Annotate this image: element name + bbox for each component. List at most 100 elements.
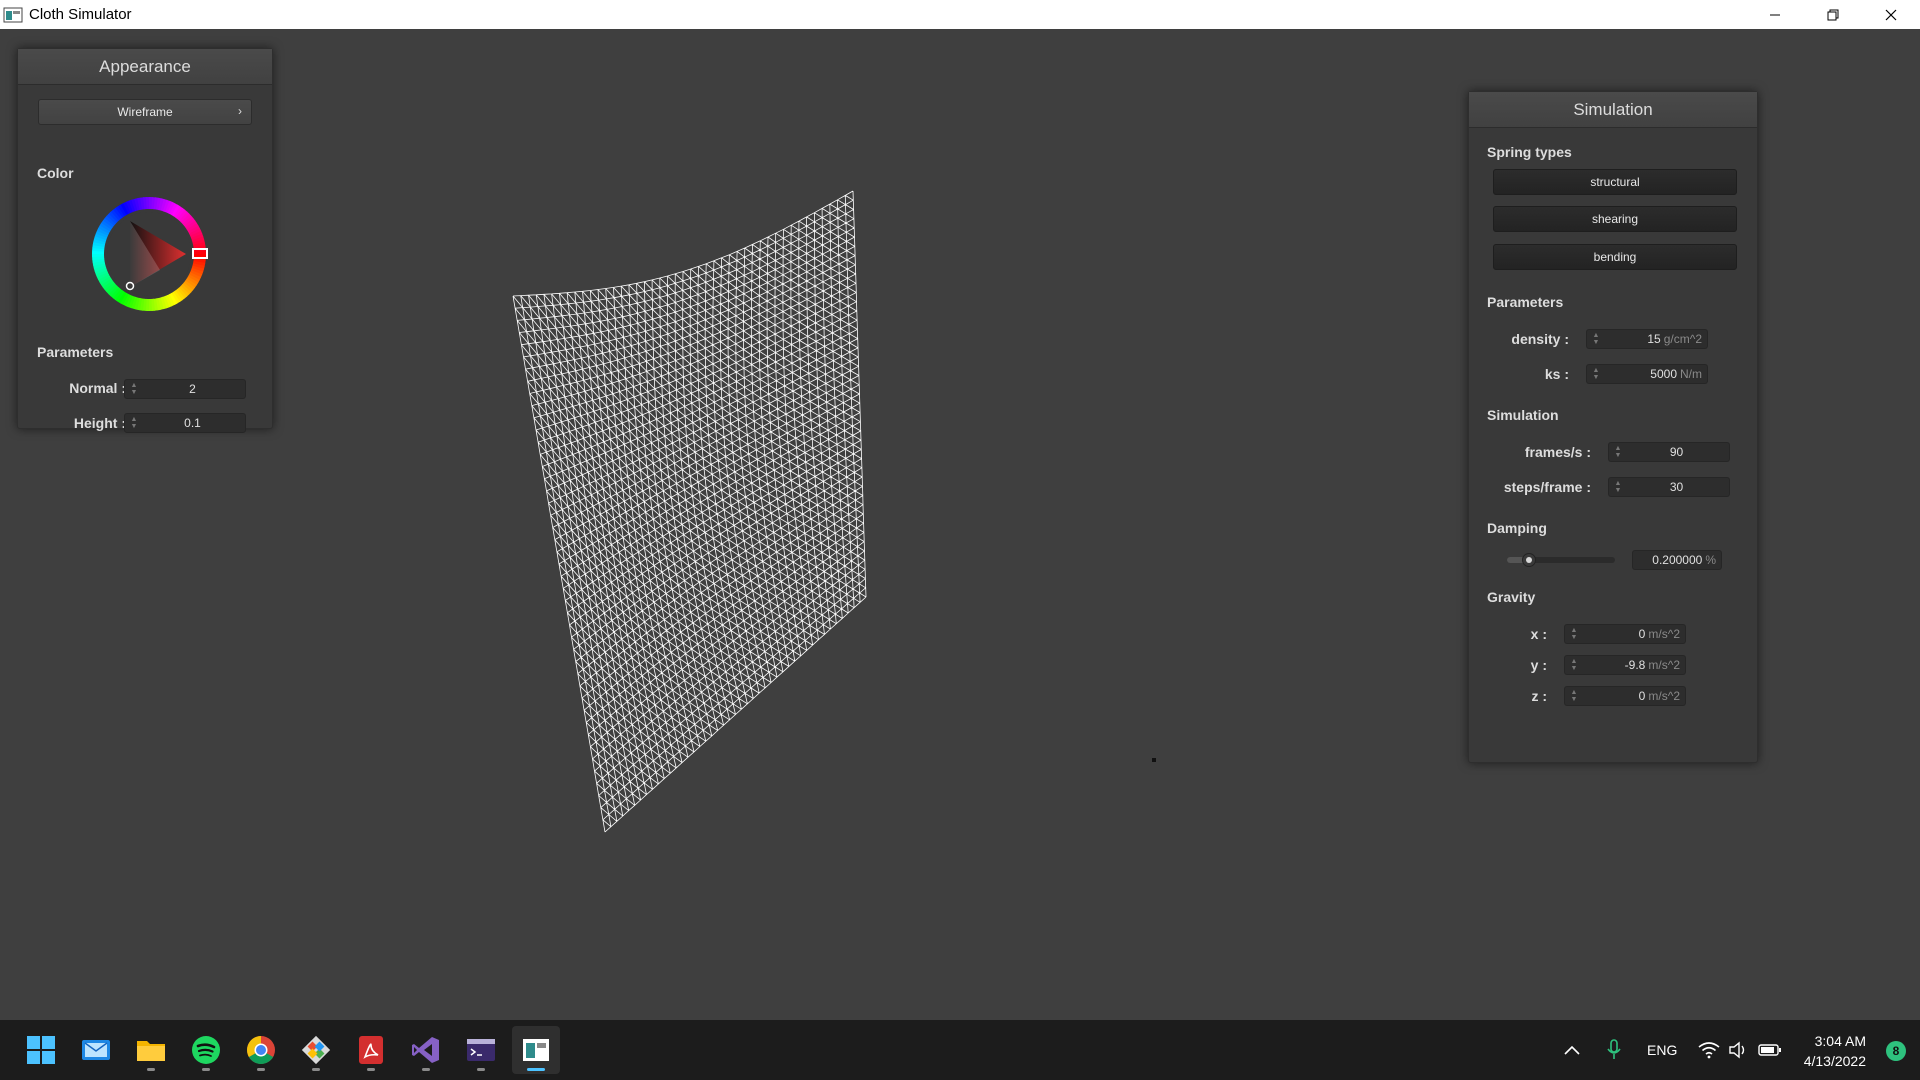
gravity-z-input[interactable]: ▲ ▼ 0 m/s^2 bbox=[1564, 686, 1686, 706]
battery-icon[interactable] bbox=[1758, 1043, 1782, 1057]
taskbar-terminal[interactable] bbox=[457, 1026, 505, 1074]
appearance-panel: Appearance Wireframe › Color Parameters … bbox=[17, 48, 273, 433]
spotify-icon bbox=[192, 1036, 220, 1064]
restore-button[interactable] bbox=[1804, 0, 1862, 29]
running-indicator bbox=[202, 1068, 210, 1071]
steps-label: steps/frame : bbox=[1503, 479, 1591, 495]
spinner-icon[interactable]: ▲ ▼ bbox=[1612, 478, 1624, 496]
spinner-icon[interactable]: ▲ ▼ bbox=[128, 380, 140, 398]
simulation-panel: Simulation Spring types structural shear… bbox=[1468, 91, 1758, 763]
structural-button-label: structural bbox=[1590, 175, 1640, 189]
bending-button[interactable]: bending bbox=[1493, 244, 1737, 270]
normal-label: Normal : bbox=[69, 380, 126, 396]
gravity-label: Gravity bbox=[1487, 589, 1536, 605]
gravity-y-input[interactable]: ▲ ▼ -9.8 m/s^2 bbox=[1564, 655, 1686, 675]
volume-icon[interactable] bbox=[1728, 1041, 1748, 1059]
ks-input[interactable]: ▲ ▼ 5000 N/m bbox=[1586, 364, 1708, 384]
simulation-section-label: Simulation bbox=[1487, 407, 1559, 423]
windows-start-icon bbox=[27, 1036, 55, 1064]
structural-button[interactable]: structural bbox=[1493, 169, 1737, 195]
gravity-x-value: 0 bbox=[1638, 627, 1646, 641]
spinner-icon[interactable]: ▲ ▼ bbox=[1590, 330, 1602, 348]
simulation-panel-header[interactable]: Simulation bbox=[1469, 92, 1757, 128]
running-indicator bbox=[257, 1068, 265, 1071]
density-input[interactable]: ▲ ▼ 15 g/cm^2 bbox=[1586, 329, 1708, 349]
simulation-panel-title: Simulation bbox=[1573, 99, 1653, 119]
color-wheel[interactable] bbox=[90, 195, 208, 313]
running-indicator bbox=[312, 1068, 320, 1071]
gravity-x-unit: m/s^2 bbox=[1648, 627, 1680, 641]
running-indicator bbox=[367, 1068, 375, 1071]
height-value: 0.1 bbox=[184, 416, 201, 430]
gravity-x-label: x : bbox=[1530, 626, 1547, 642]
taskbar-acrobat[interactable] bbox=[347, 1026, 395, 1074]
shearing-button[interactable]: shearing bbox=[1493, 206, 1737, 232]
spinner-icon[interactable]: ▲ ▼ bbox=[1568, 625, 1580, 643]
notification-badge[interactable]: 8 bbox=[1886, 1041, 1906, 1061]
taskbar: ENG 3:04 AM 4/13/2022 8 bbox=[0, 1020, 1920, 1080]
spinner-icon[interactable]: ▲ ▼ bbox=[1590, 365, 1602, 383]
appearance-panel-header[interactable]: Appearance bbox=[18, 49, 272, 85]
visual-studio-icon bbox=[412, 1037, 439, 1063]
density-unit: g/cm^2 bbox=[1663, 332, 1702, 346]
fps-input[interactable]: ▲ ▼ 90 bbox=[1608, 442, 1730, 462]
start-button[interactable] bbox=[17, 1026, 65, 1074]
gravity-x-input[interactable]: ▲ ▼ 0 m/s^2 bbox=[1564, 624, 1686, 644]
damping-input[interactable]: 0.200000 % bbox=[1632, 550, 1722, 570]
spinner-icon[interactable]: ▲ ▼ bbox=[1568, 687, 1580, 705]
restore-icon bbox=[1827, 9, 1839, 20]
spinner-icon[interactable]: ▲ ▼ bbox=[128, 414, 140, 432]
normal-value: 2 bbox=[189, 382, 196, 396]
gravity-y-label: y : bbox=[1530, 657, 1547, 673]
damping-value: 0.200000 bbox=[1652, 553, 1703, 567]
damping-slider[interactable] bbox=[1507, 553, 1615, 567]
ks-unit: N/m bbox=[1680, 367, 1702, 381]
microphone-icon[interactable] bbox=[1606, 1039, 1622, 1061]
chrome-icon bbox=[247, 1036, 275, 1064]
minimize-button[interactable] bbox=[1746, 0, 1804, 29]
density-value: 15 bbox=[1647, 332, 1661, 346]
taskbar-cloth-simulator[interactable] bbox=[512, 1026, 560, 1074]
minimize-icon bbox=[1770, 14, 1780, 15]
gravity-z-label: z : bbox=[1531, 688, 1547, 704]
fps-label: frames/s : bbox=[1524, 444, 1591, 460]
taskbar-spotify[interactable] bbox=[182, 1026, 230, 1074]
spinner-icon[interactable]: ▲ ▼ bbox=[1568, 656, 1580, 674]
taskbar-git[interactable] bbox=[292, 1026, 340, 1074]
clock-date: 4/13/2022 bbox=[1803, 1053, 1866, 1069]
close-button[interactable] bbox=[1862, 0, 1920, 29]
mail-icon bbox=[82, 1040, 110, 1060]
steps-input[interactable]: ▲ ▼ 30 bbox=[1608, 477, 1730, 497]
ks-label: ks : bbox=[1544, 366, 1569, 382]
git-icon bbox=[301, 1035, 331, 1065]
gravity-y-value: -9.8 bbox=[1624, 658, 1646, 672]
density-label: density : bbox=[1511, 331, 1569, 347]
language-indicator[interactable]: ENG bbox=[1647, 1042, 1677, 1058]
system-clock[interactable]: 3:04 AM 4/13/2022 bbox=[1804, 1031, 1866, 1071]
ks-value: 5000 bbox=[1650, 367, 1677, 381]
normal-input[interactable]: ▲ ▼ 2 bbox=[124, 379, 246, 399]
appearance-parameters-label: Parameters bbox=[37, 344, 114, 360]
3d-viewport[interactable]: Appearance Wireframe › Color Parameters … bbox=[0, 29, 1920, 1020]
spring-types-label: Spring types bbox=[1487, 144, 1572, 160]
shearing-button-label: shearing bbox=[1591, 212, 1639, 226]
file-explorer-icon bbox=[137, 1041, 165, 1061]
taskbar-visual-studio[interactable] bbox=[402, 1026, 450, 1074]
wifi-icon[interactable] bbox=[1698, 1041, 1720, 1059]
taskbar-mail[interactable] bbox=[72, 1026, 120, 1074]
render-mode-dropdown[interactable]: Wireframe › bbox=[38, 99, 252, 125]
taskbar-chrome[interactable] bbox=[237, 1026, 285, 1074]
running-indicator bbox=[422, 1068, 430, 1071]
spinner-icon[interactable]: ▲ ▼ bbox=[1612, 443, 1624, 461]
app-icon bbox=[3, 7, 23, 22]
close-icon bbox=[1885, 9, 1897, 20]
taskbar-file-explorer[interactable] bbox=[127, 1026, 175, 1074]
window-title: Cloth Simulator bbox=[29, 6, 132, 23]
chevron-right-icon: › bbox=[238, 104, 242, 118]
running-indicator bbox=[477, 1068, 485, 1071]
cloth-simulator-icon bbox=[523, 1039, 549, 1061]
chevron-up-icon[interactable] bbox=[1562, 1043, 1582, 1057]
gravity-z-unit: m/s^2 bbox=[1648, 689, 1680, 703]
height-input[interactable]: ▲ ▼ 0.1 bbox=[124, 413, 246, 433]
damping-slider-knob[interactable] bbox=[1521, 553, 1536, 567]
